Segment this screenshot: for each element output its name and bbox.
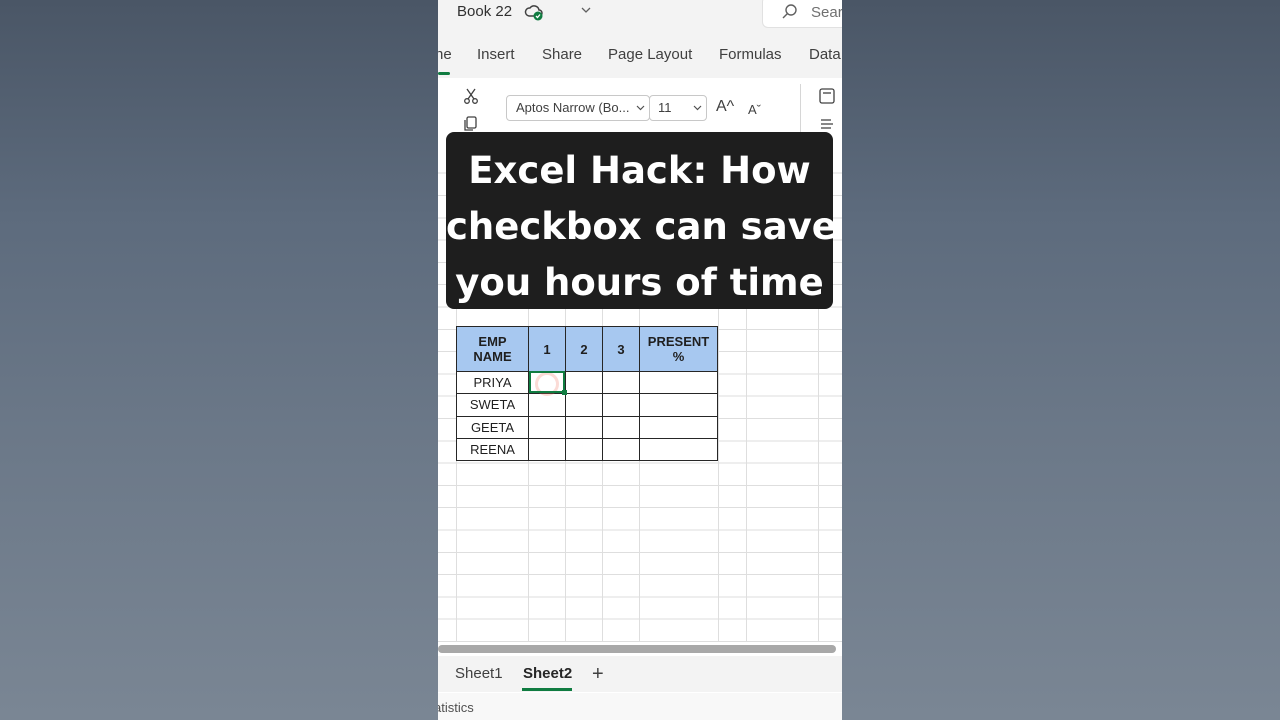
search-box[interactable]: Search — [762, 0, 842, 28]
copy-icon[interactable] — [462, 115, 480, 133]
font-size-value: 11 — [658, 100, 672, 115]
active-tab-indicator — [438, 72, 450, 75]
present-cell[interactable] — [639, 415, 718, 439]
day-cell[interactable] — [565, 393, 603, 417]
status-bar: atistics — [438, 693, 842, 720]
video-caption-overlay: Excel Hack: How checkbox can save you ho… — [446, 132, 837, 309]
sheet-tab-bar: Sheet1 Sheet2 + — [438, 656, 842, 692]
font-size-dropdown[interactable]: 11 — [649, 95, 707, 121]
search-icon — [782, 4, 797, 19]
background-left — [0, 0, 438, 720]
table-header-row: EMP NAME 1 2 3 PRESENT% — [456, 326, 718, 372]
tab-page-layout[interactable]: Page Layout — [608, 46, 692, 63]
workbook-statistics-label[interactable]: atistics — [438, 700, 474, 715]
excel-app-window: Book 22 Search ne Insert Share Page Layo… — [438, 0, 842, 720]
chevron-down-icon[interactable] — [580, 4, 592, 16]
header-emp-name[interactable]: EMP NAME — [456, 326, 529, 372]
background-right — [842, 0, 1280, 720]
tab-formulas[interactable]: Formulas — [719, 46, 782, 63]
chevron-down-icon — [693, 105, 702, 111]
day-cell[interactable] — [565, 437, 603, 462]
ribbon-tabs: ne Insert Share Page Layout Formulas Dat… — [438, 34, 842, 78]
header-day-2[interactable]: 2 — [565, 326, 603, 372]
attendance-table: EMP NAME 1 2 3 PRESENT% PRIYA SWETA GEETA — [456, 326, 718, 462]
add-sheet-button[interactable]: + — [592, 663, 604, 686]
header-day-1[interactable]: 1 — [528, 326, 566, 372]
tab-home[interactable]: ne — [438, 46, 452, 63]
header-day-3[interactable]: 3 — [602, 326, 640, 372]
sheet-tab-sheet2[interactable]: Sheet2 — [523, 665, 572, 682]
caption-line-1: Excel Hack: How — [468, 149, 811, 192]
day-cell[interactable] — [565, 415, 603, 439]
caption-line-3: you hours of time — [455, 261, 824, 304]
active-sheet-indicator — [522, 688, 572, 691]
title-bar: Book 22 Search — [438, 0, 842, 34]
font-name-value: Aptos Narrow (Bo... — [516, 100, 630, 115]
day-cell[interactable] — [602, 370, 640, 395]
grow-font-button[interactable]: A^ — [716, 98, 734, 116]
workbook-title[interactable]: Book 22 — [457, 3, 512, 20]
table-row: REENA — [456, 437, 718, 462]
tab-data[interactable]: Data — [809, 46, 841, 63]
day-cell[interactable] — [602, 393, 640, 417]
font-name-dropdown[interactable]: Aptos Narrow (Bo... — [506, 95, 650, 121]
table-row: GEETA — [456, 415, 718, 439]
fill-handle[interactable] — [562, 390, 567, 395]
day-cell[interactable] — [528, 415, 566, 439]
present-cell[interactable] — [639, 370, 718, 395]
present-cell[interactable] — [639, 393, 718, 417]
day-cell[interactable] — [602, 415, 640, 439]
day-cell[interactable] — [528, 437, 566, 462]
sheet-tab-sheet1[interactable]: Sheet1 — [455, 665, 503, 682]
tab-share[interactable]: Share — [542, 46, 582, 63]
employee-name-cell[interactable]: SWETA — [456, 393, 529, 417]
day-cell[interactable] — [602, 437, 640, 462]
search-placeholder: Search — [811, 4, 842, 21]
header-present-percent[interactable]: PRESENT% — [639, 326, 718, 372]
employee-name-cell[interactable]: GEETA — [456, 415, 529, 439]
day-cell[interactable] — [565, 370, 603, 395]
cloud-saved-icon[interactable] — [524, 3, 544, 21]
tab-insert[interactable]: Insert — [477, 46, 515, 63]
chevron-down-icon — [636, 105, 645, 111]
caption-line-2: checkbox can save — [446, 205, 837, 248]
horizontal-scrollbar[interactable] — [438, 645, 836, 653]
active-cell-selection[interactable] — [529, 371, 565, 393]
shrink-font-button[interactable]: Aˇ — [748, 102, 761, 117]
wrap-text-icon[interactable] — [818, 87, 836, 105]
present-cell[interactable] — [639, 437, 718, 462]
employee-name-cell[interactable]: PRIYA — [456, 370, 529, 395]
table-row: SWETA — [456, 393, 718, 417]
table-row: PRIYA — [456, 370, 718, 395]
cut-icon[interactable] — [462, 87, 480, 105]
day-cell[interactable] — [528, 393, 566, 417]
employee-name-cell[interactable]: REENA — [456, 437, 529, 462]
